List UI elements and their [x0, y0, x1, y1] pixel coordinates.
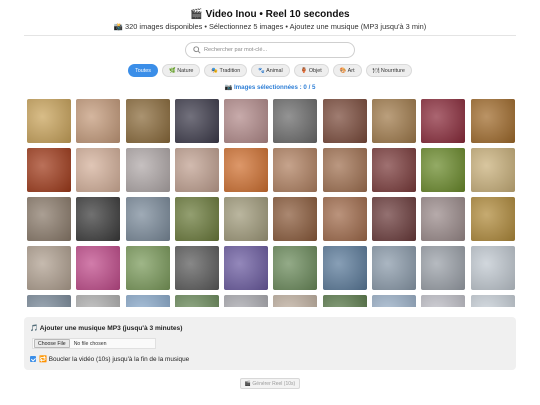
gallery-image[interactable]: [76, 99, 121, 143]
file-status: No file chosen: [73, 340, 107, 347]
gallery-image[interactable]: [273, 99, 318, 143]
filter-chip-object[interactable]: 🏺 Objet: [293, 64, 329, 77]
gallery-image[interactable]: [174, 99, 219, 143]
gallery-image[interactable]: [76, 295, 121, 307]
gallery-image[interactable]: [224, 295, 269, 307]
gallery-image[interactable]: [174, 148, 219, 192]
gallery-image[interactable]: [273, 295, 318, 307]
loop-checkbox[interactable]: [30, 356, 36, 362]
gallery-image[interactable]: [27, 148, 71, 192]
gallery-image[interactable]: [174, 246, 219, 290]
mp3-file-input[interactable]: Choose File No file chosen: [32, 338, 156, 349]
gallery-image[interactable]: [273, 197, 318, 241]
gallery-image[interactable]: [224, 99, 269, 143]
gallery-image[interactable]: [421, 295, 466, 307]
filter-chip-tradition[interactable]: 🎭 Tradition: [204, 64, 248, 77]
category-filters: Toutes 🌿 Nature 🎭 Tradition 🐾 Animal 🏺 O…: [0, 64, 540, 77]
gallery-image[interactable]: [322, 148, 367, 192]
generate-reel-button[interactable]: 🎬 Générer Reel (10s): [240, 378, 300, 389]
generate-label: 🎬 Générer Reel (10s): [244, 380, 296, 387]
selection-counter: 📷 Images sélectionnées : 0 / 5: [224, 84, 316, 91]
filter-chip-animal[interactable]: 🐾 Animal: [251, 64, 290, 77]
gallery-image[interactable]: [322, 197, 367, 241]
filter-chip-all[interactable]: Toutes: [128, 64, 158, 77]
loop-label: 🔁 Boucler la vidéo (10s) jusqu'à la fin …: [39, 356, 190, 363]
gallery-image[interactable]: [470, 99, 515, 143]
gallery-image[interactable]: [322, 246, 367, 290]
music-panel: 🎵 Ajouter une musique MP3 (jusqu'à 3 min…: [24, 317, 516, 370]
music-panel-title: 🎵 Ajouter une musique MP3 (jusqu'à 3 min…: [30, 324, 182, 332]
gallery-image[interactable]: [27, 246, 71, 290]
gallery-image[interactable]: [224, 197, 269, 241]
loop-option[interactable]: 🔁 Boucler la vidéo (10s) jusqu'à la fin …: [30, 355, 189, 363]
gallery-image[interactable]: [125, 99, 170, 143]
music-title-text: 🎵 Ajouter une musique MP3 (jusqu'à 3 min…: [30, 325, 183, 332]
image-gallery[interactable]: [24, 99, 516, 307]
page-title: 🎬 Video Inou • Reel 10 secondes: [190, 9, 350, 20]
search-icon: [193, 46, 201, 54]
gallery-image[interactable]: [125, 197, 170, 241]
gallery-image[interactable]: [470, 148, 515, 192]
gallery-image[interactable]: [76, 246, 121, 290]
gallery-image[interactable]: [421, 246, 466, 290]
gallery-image[interactable]: [174, 197, 219, 241]
gallery-image[interactable]: [273, 148, 318, 192]
gallery-image[interactable]: [470, 246, 515, 290]
page-subtitle: 📸 320 images disponibles • Sélectionnez …: [113, 22, 427, 31]
gallery-image[interactable]: [125, 295, 170, 307]
gallery-image[interactable]: [27, 197, 71, 241]
gallery-image[interactable]: [372, 148, 417, 192]
gallery-image[interactable]: [27, 99, 71, 143]
gallery-image[interactable]: [372, 99, 417, 143]
gallery-image[interactable]: [273, 246, 318, 290]
gallery-image[interactable]: [470, 197, 515, 241]
gallery-image[interactable]: [421, 99, 466, 143]
gallery-image[interactable]: [322, 99, 367, 143]
gallery-image[interactable]: [224, 246, 269, 290]
gallery-image[interactable]: [470, 295, 515, 307]
gallery-image[interactable]: [224, 148, 269, 192]
gallery-image[interactable]: [421, 197, 466, 241]
gallery-image[interactable]: [372, 246, 417, 290]
image-grid: [24, 99, 516, 307]
gallery-image[interactable]: [421, 148, 466, 192]
gallery-image[interactable]: [76, 148, 121, 192]
search-box[interactable]: [185, 42, 355, 58]
gallery-image[interactable]: [125, 148, 170, 192]
header-divider: [24, 35, 516, 36]
filter-chip-art[interactable]: 🎨 Art: [332, 64, 362, 77]
gallery-image[interactable]: [125, 246, 170, 290]
gallery-image[interactable]: [372, 197, 417, 241]
gallery-image[interactable]: [174, 295, 219, 307]
gallery-image[interactable]: [322, 295, 367, 307]
gallery-image[interactable]: [27, 295, 71, 307]
filter-chip-nature[interactable]: 🌿 Nature: [161, 64, 201, 77]
choose-file-button[interactable]: Choose File: [34, 339, 70, 348]
gallery-image[interactable]: [372, 295, 417, 307]
filter-chip-food[interactable]: 🍽 Nourriture: [365, 64, 412, 77]
search-input[interactable]: [204, 47, 344, 53]
gallery-image[interactable]: [76, 197, 121, 241]
